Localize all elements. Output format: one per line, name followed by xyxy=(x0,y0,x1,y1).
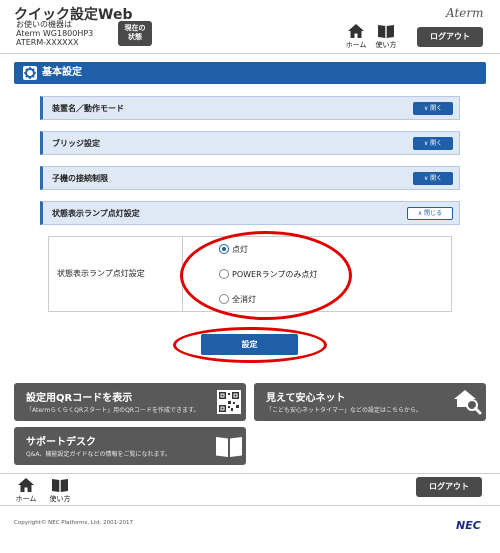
book-icon xyxy=(216,437,242,457)
book-icon xyxy=(52,479,68,492)
accordion-lamp-setting[interactable]: 状態表示ランプ点灯設定 ∧ 閉じる xyxy=(40,201,460,225)
lamp-setting-label: 状態表示ランプ点灯設定 xyxy=(49,237,183,311)
current-status-button[interactable]: 現在の 状態 xyxy=(118,21,152,46)
home-icon xyxy=(348,24,364,38)
home-label: ホーム xyxy=(345,41,367,49)
section-header: 基本設定 xyxy=(14,62,486,84)
open-button[interactable]: ∨ 開く xyxy=(413,102,453,115)
logout-button-bottom[interactable]: ログアウト xyxy=(416,477,482,497)
chevron-down-icon: ∨ xyxy=(423,105,429,112)
safety-net-tile[interactable]: 見えて安心ネット 「こども安心ネットタイマー」などの設定はこちらから。 xyxy=(254,383,486,421)
support-desk-tile[interactable]: サポートデスク Q&A、機能設定ガイドなどの情報をご覧になれます。 xyxy=(14,427,246,465)
tile-desc: 「AtermらくらくQRスタート」用のQRコードを作成できます。 xyxy=(26,407,200,414)
device-info-line: お使いの機器は xyxy=(16,20,72,29)
section-title: 基本設定 xyxy=(42,67,82,78)
gear-icon xyxy=(23,66,37,80)
accordion-connection-limit[interactable]: 子機の接続制限 ∨ 開く xyxy=(40,166,460,190)
open-button-label: 開く xyxy=(430,140,443,147)
home-link[interactable]: ホーム xyxy=(342,24,370,50)
accordion-label: ブリッジ設定 xyxy=(52,139,100,148)
close-button-label: 閉じる xyxy=(424,210,443,217)
header: クイック設定Web お使いの機器は Aterm WG1800HP3 ATERM-… xyxy=(0,0,500,52)
home-label: ホーム xyxy=(15,495,37,503)
footer-divider-top xyxy=(0,473,500,474)
tile-title: サポートデスク xyxy=(26,437,96,448)
chevron-down-icon: ∨ xyxy=(423,140,429,147)
accordion-bridge[interactable]: ブリッジ設定 ∨ 開く xyxy=(40,131,460,155)
home-icon xyxy=(18,478,34,492)
accordion-label: 状態表示ランプ点灯設定 xyxy=(52,209,140,218)
logout-button-top[interactable]: ログアウト xyxy=(417,27,483,47)
qr-code-icon xyxy=(217,390,241,414)
tile-desc: Q&A、機能設定ガイドなどの情報をご覧になれます。 xyxy=(26,451,171,458)
open-button-label: 開く xyxy=(430,175,443,182)
device-info: お使いの機器は Aterm WG1800HP3 ATERM-XXXXXX xyxy=(16,20,93,47)
tile-desc: 「こども安心ネットタイマー」などの設定はこちらから。 xyxy=(266,407,423,414)
highlight-ellipse-submit xyxy=(173,327,327,363)
accordion-label: 装置名／動作モード xyxy=(52,104,124,113)
device-model: Aterm WG1800HP3 xyxy=(16,29,94,38)
tile-title: 見えて安心ネット xyxy=(266,393,346,404)
open-button-label: 開く xyxy=(430,105,443,112)
book-icon xyxy=(378,25,394,38)
status-button-line2: 状態 xyxy=(128,33,142,41)
chevron-up-icon: ∧ xyxy=(417,210,423,217)
highlight-ellipse-options xyxy=(180,231,352,320)
help-link-footer[interactable]: 使い方 xyxy=(46,478,74,504)
copyright: Copyright© NEC Platforms, Ltd. 2001-2017 xyxy=(14,520,134,526)
tile-title: 設定用QRコードを表示 xyxy=(26,393,133,404)
chevron-down-icon: ∨ xyxy=(423,175,429,182)
help-label: 使い方 xyxy=(375,41,397,49)
status-button-line1: 現在の xyxy=(124,24,146,32)
footer-divider-bottom xyxy=(0,505,500,506)
help-label: 使い方 xyxy=(49,495,71,503)
open-button[interactable]: ∨ 開く xyxy=(413,137,453,150)
accordion-label: 子機の接続制限 xyxy=(52,174,108,183)
help-link[interactable]: 使い方 xyxy=(372,24,400,50)
aterm-logo: Aterm xyxy=(446,6,484,20)
open-button[interactable]: ∨ 開く xyxy=(413,172,453,185)
home-link-footer[interactable]: ホーム xyxy=(12,478,40,504)
qr-code-tile[interactable]: 設定用QRコードを表示 「AtermらくらくQRスタート」用のQRコードを作成で… xyxy=(14,383,246,421)
nec-logo: NEC xyxy=(456,519,481,532)
accordion-device-name[interactable]: 装置名／動作モード ∨ 開く xyxy=(40,96,460,120)
close-button[interactable]: ∧ 閉じる xyxy=(407,207,453,220)
house-magnifier-icon xyxy=(454,390,482,415)
header-divider xyxy=(0,53,500,54)
device-id: ATERM-XXXXXX xyxy=(16,38,79,47)
